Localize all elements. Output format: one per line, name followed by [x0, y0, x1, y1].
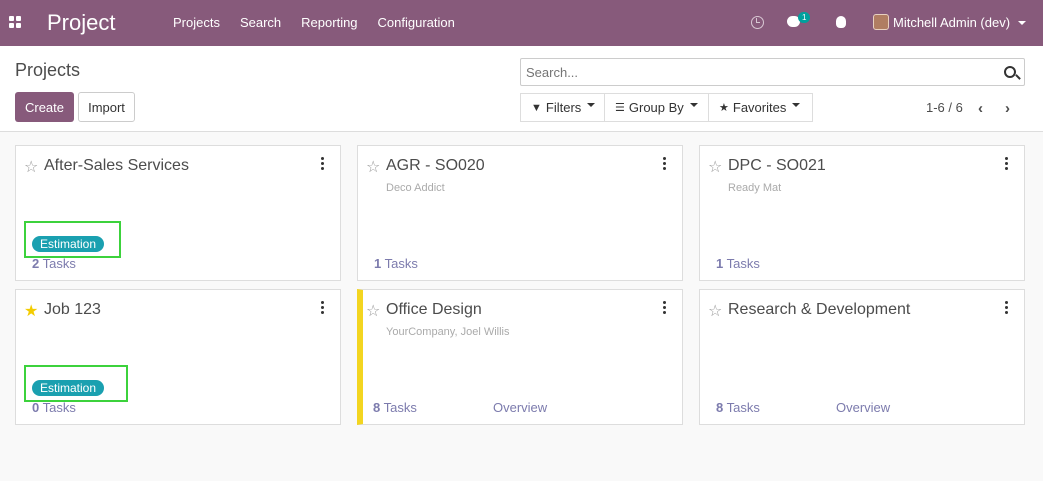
- project-card-job-123[interactable]: ★ Job 123 Estimation 0 Tasks: [15, 289, 341, 425]
- project-card-dpc-so021[interactable]: ☆ DPC - SO021 Ready Mat 1 Tasks: [699, 145, 1025, 281]
- project-card-office-design[interactable]: ☆ Office Design YourCompany, Joel Willis…: [357, 289, 683, 425]
- filter-icon: ▼: [531, 101, 542, 114]
- activity-clock-icon[interactable]: [751, 16, 764, 29]
- favorites-label: Favorites: [732, 100, 787, 115]
- task-count: 1: [716, 256, 724, 271]
- group-by-icon: ☰: [615, 102, 625, 114]
- favorites-button[interactable]: ★ Favorites: [708, 93, 813, 122]
- chevron-down-icon: [587, 102, 596, 107]
- project-card-research-development[interactable]: ☆ Research & Development 8 Tasks Overvie…: [699, 289, 1025, 425]
- tasks-label: Tasks: [383, 400, 417, 415]
- apps-grid-icon[interactable]: [9, 16, 23, 28]
- tasks-label: Tasks: [384, 256, 418, 271]
- project-customer: YourCompany, Joel Willis: [386, 326, 510, 338]
- user-menu[interactable]: Mitchell Admin (dev): [893, 15, 1010, 30]
- star-icon[interactable]: ☆: [366, 157, 380, 177]
- project-name: DPC - SO021: [728, 157, 826, 174]
- create-button[interactable]: Create: [15, 92, 74, 122]
- kebab-menu-icon[interactable]: [663, 157, 667, 170]
- pager-value[interactable]: 1-6 / 6: [926, 100, 963, 115]
- import-button[interactable]: Import: [78, 92, 135, 122]
- chevron-down-icon: [689, 102, 698, 107]
- tasks-link[interactable]: 1 Tasks: [374, 256, 418, 271]
- tasks-link[interactable]: 1 Tasks: [716, 256, 760, 271]
- tasks-link[interactable]: 2 Tasks: [32, 256, 76, 271]
- filters-button[interactable]: ▼ Filters: [520, 93, 605, 122]
- project-name: AGR - SO020: [386, 157, 485, 174]
- overview-link[interactable]: Overview: [836, 400, 890, 415]
- task-count: 8: [373, 400, 381, 415]
- app-title[interactable]: Project: [47, 10, 115, 36]
- project-card-after-sales-services[interactable]: ☆ After-Sales Services Estimation 2 Task…: [15, 145, 341, 281]
- breadcrumb: Projects: [15, 60, 81, 80]
- tag-estimation: Estimation: [32, 236, 105, 252]
- star-icon[interactable]: ☆: [708, 301, 722, 321]
- menu-item-projects[interactable]: Projects: [163, 15, 230, 30]
- star-icon[interactable]: ☆: [708, 157, 722, 177]
- chevron-down-icon[interactable]: [1018, 21, 1026, 25]
- task-count: 2: [32, 256, 40, 271]
- main-menu: Projects Search Reporting Configuration: [163, 15, 465, 30]
- tasks-link[interactable]: 0 Tasks: [32, 400, 76, 415]
- tasks-link[interactable]: 8 Tasks: [373, 400, 417, 415]
- project-name: Research & Development: [728, 301, 911, 318]
- project-customer: Deco Addict: [386, 182, 445, 194]
- star-icon[interactable]: ☆: [24, 157, 38, 177]
- avatar[interactable]: [873, 14, 889, 30]
- favorites-star-icon: ★: [719, 102, 729, 114]
- project-name: Job 123: [44, 301, 101, 318]
- tasks-link[interactable]: 8 Tasks: [716, 400, 760, 415]
- chevron-down-icon: [792, 102, 801, 107]
- tasks-label: Tasks: [42, 400, 76, 415]
- tasks-label: Tasks: [42, 256, 76, 271]
- search-input[interactable]: [521, 59, 991, 86]
- kebab-menu-icon[interactable]: [663, 301, 667, 314]
- kebab-menu-icon[interactable]: [1005, 301, 1009, 314]
- task-count: 0: [32, 400, 40, 415]
- project-card-agr-so020[interactable]: ☆ AGR - SO020 Deco Addict 1 Tasks: [357, 145, 683, 281]
- tasks-label: Tasks: [726, 400, 760, 415]
- chat-badge: 1: [798, 12, 811, 23]
- menu-item-reporting[interactable]: Reporting: [291, 15, 367, 30]
- project-customer: Ready Mat: [728, 182, 782, 194]
- kebab-menu-icon[interactable]: [321, 301, 325, 314]
- task-count: 1: [374, 256, 382, 271]
- star-filled-icon[interactable]: ★: [24, 301, 38, 321]
- menu-item-configuration[interactable]: Configuration: [368, 15, 465, 30]
- kebab-menu-icon[interactable]: [1005, 157, 1009, 170]
- group-by-button[interactable]: ☰ Group By: [604, 93, 709, 122]
- search-bar: [520, 58, 1025, 86]
- menu-item-search[interactable]: Search: [230, 15, 291, 30]
- control-panel: Projects Create Import ▼ Filters ☰ Group…: [0, 46, 1043, 132]
- project-name: Office Design: [386, 301, 482, 318]
- task-count: 8: [716, 400, 724, 415]
- star-icon[interactable]: ☆: [366, 301, 380, 321]
- project-name: After-Sales Services: [44, 157, 189, 174]
- filters-label: Filters: [545, 100, 582, 115]
- kebab-menu-icon[interactable]: [321, 157, 325, 170]
- group-by-label: Group By: [628, 100, 684, 115]
- search-icon[interactable]: [1004, 66, 1016, 78]
- pager-next-icon[interactable]: ›: [1005, 100, 1010, 117]
- debug-bug-icon[interactable]: [836, 16, 846, 28]
- overview-link[interactable]: Overview: [493, 400, 547, 415]
- tag-estimation: Estimation: [32, 380, 105, 396]
- top-navbar: Project Projects Search Reporting Config…: [0, 0, 1043, 46]
- pager-previous-icon[interactable]: ‹: [978, 100, 983, 117]
- tasks-label: Tasks: [726, 256, 760, 271]
